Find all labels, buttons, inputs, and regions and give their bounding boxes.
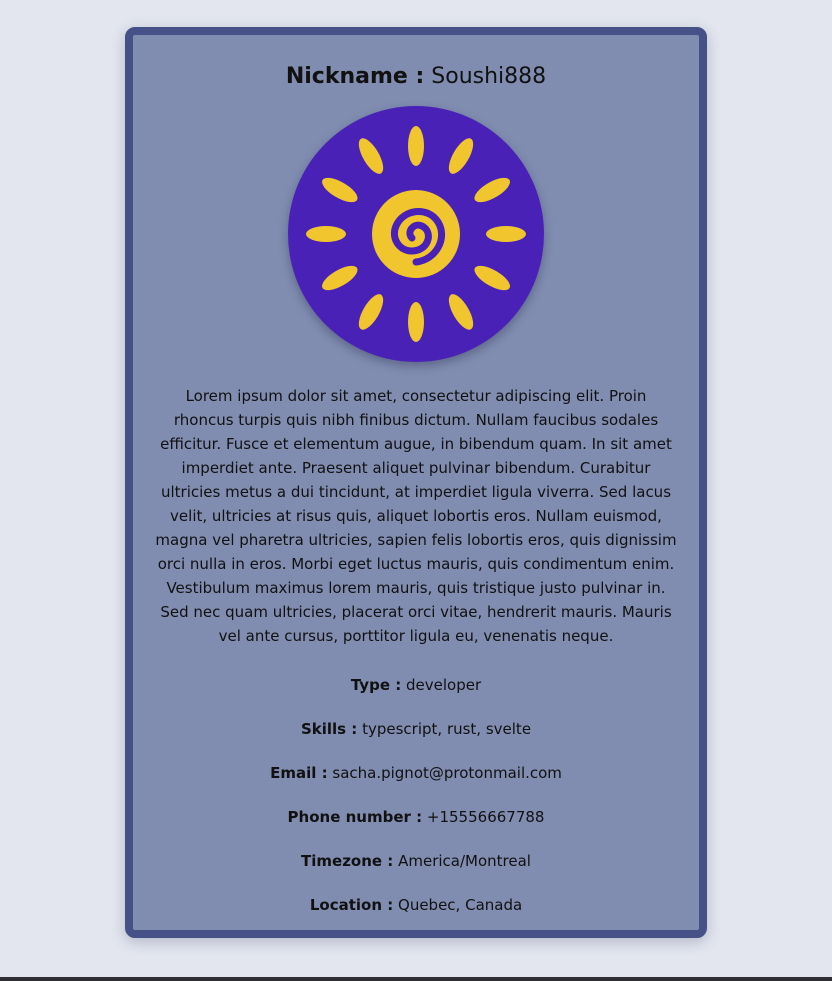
bio-text: Lorem ipsum dolor sit amet, consectetur …: [155, 387, 677, 645]
skills-label: Skills :: [300, 720, 358, 738]
email-label: Email :: [270, 764, 328, 782]
nickname-value: Soushi888: [431, 64, 547, 89]
location-label: Location :: [309, 896, 394, 914]
location-field: Location : Quebec, Canada: [133, 894, 699, 916]
timezone-value: America/Montreal: [398, 852, 531, 870]
skills-field: Skills : typescript, rust, svelte: [133, 718, 699, 740]
type-field: Type : developer: [133, 674, 699, 696]
profile-card: Nickname : Soushi888 Lorem ipsum dolor s…: [125, 27, 707, 938]
sun-logo-icon: [306, 126, 526, 342]
email-field: Email : sacha.pignot@protonmail.com: [133, 762, 699, 784]
phone-value: +15556667788: [426, 808, 545, 826]
email-value: sacha.pignot@protonmail.com: [332, 764, 562, 782]
bottom-edge-bar: [0, 977, 832, 981]
timezone-field: Timezone : America/Montreal: [133, 850, 699, 872]
location-value: Quebec, Canada: [398, 896, 523, 914]
nickname-heading: Nickname : Soushi888: [133, 62, 699, 92]
avatar: [288, 106, 544, 362]
phone-label: Phone number :: [287, 808, 423, 826]
phone-field: Phone number : +15556667788: [133, 806, 699, 828]
type-value: developer: [406, 676, 482, 694]
skills-value: typescript, rust, svelte: [362, 720, 532, 738]
nickname-label: Nickname :: [285, 64, 425, 89]
timezone-label: Timezone :: [301, 852, 394, 870]
type-label: Type :: [350, 676, 402, 694]
